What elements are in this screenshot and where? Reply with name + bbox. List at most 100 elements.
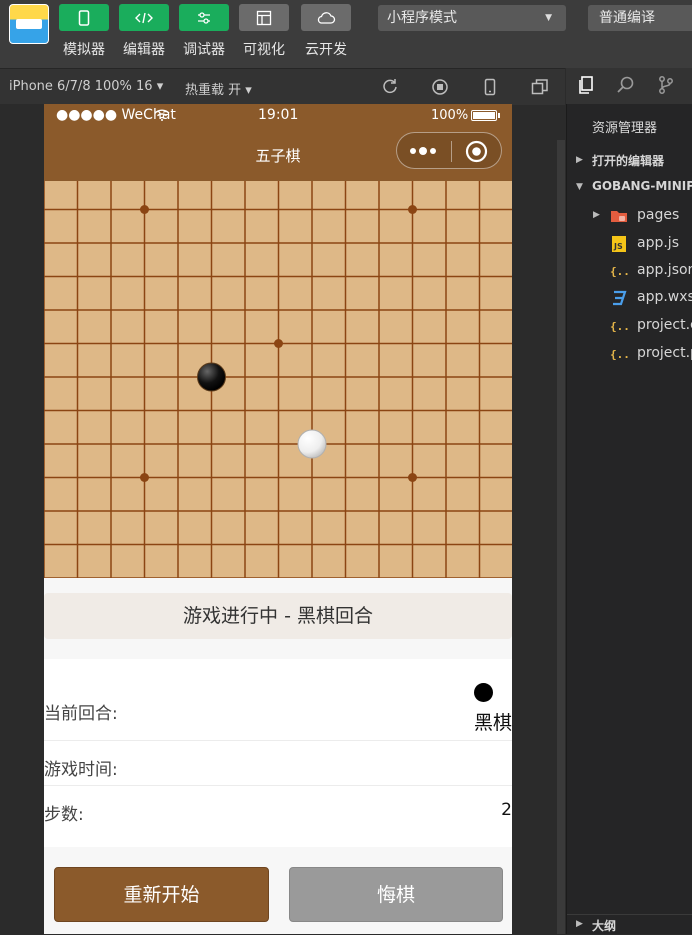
folder-icon [611,211,627,222]
debugger-label: 调试器 [183,42,225,58]
compile-select-value: 普通编译 [599,10,655,26]
capsule-divider [451,141,452,162]
black-stone [197,362,226,392]
preview-phone-icon[interactable] [481,78,499,96]
editor-label: 编辑器 [123,42,165,58]
nav-bar: 五子棋 [44,129,512,181]
svg-text:{..}: {..} [610,348,628,361]
battery-icon [471,110,497,121]
file-item-pages[interactable]: ▶ pages [567,203,692,229]
json-file-icon: {..} [610,348,628,361]
project-label: GOBANG-MINIPROGRAM [592,179,692,193]
editor-button[interactable] [119,4,169,31]
js-file-icon: JS [612,236,626,252]
menu-capsule [396,132,502,169]
file-item-app-js[interactable]: JS app.js [567,231,692,257]
close-miniprogram-icon[interactable] [465,140,488,163]
source-control-icon[interactable] [656,75,676,95]
file-name: project.config.json [637,317,692,333]
phone-icon [78,9,90,26]
code-icon [135,12,153,23]
svg-text:JS: JS [613,242,623,251]
layout-icon [256,10,272,25]
mode-select[interactable]: 小程序模式 ▼ [378,5,566,31]
file-item-project-config[interactable]: {..} project.config.json [567,313,692,339]
file-item-app-wxss[interactable]: app.wxss [567,285,692,311]
move-count-row: 步数: 2 [44,786,512,830]
stop-icon[interactable] [431,78,449,96]
white-stone [297,429,327,459]
hot-reload-toggle[interactable]: 热重载 开 ▾ [185,79,252,98]
current-turn-row: 当前回合: 黑棋 [44,659,512,740]
cloud-icon [317,11,336,24]
battery-tip [498,113,500,118]
explorer-panel: 资源管理器 ▶ 打开的编辑器 ▼ GOBANG-MINIPROGRAM ▶ pa… [566,104,692,934]
battery-percent: 100% [431,108,469,123]
status-bar: ●●●●● WeChat 19:01 100% [44,104,512,129]
cloud-label: 云开发 [305,42,347,58]
visual-button[interactable] [239,4,289,31]
top-toolbar: 模拟器 编辑器 调试器 可视化 云开发 小程序模式 ▼ 普通编译 [0,0,692,68]
svg-text:{..}: {..} [610,320,628,333]
css-file-icon [613,290,627,306]
file-item-project-private-config[interactable]: {..} project.private.config.json [567,341,692,367]
open-editors-label: 打开的编辑器 [592,154,665,168]
files-icon[interactable] [576,75,596,95]
outline-label: 大纲 [592,919,617,933]
editor-scrollbar[interactable] [557,140,565,934]
game-time-row: 游戏时间: [44,741,512,785]
star-point [140,473,149,482]
json-file-icon: {..} [610,320,628,333]
phone-simulator: ●●●●● WeChat 19:01 100% 五子棋 游戏进行中 - 黑棋回合… [44,104,512,934]
game-time-label: 游戏时间: [44,760,118,780]
search-icon[interactable] [616,75,636,95]
restart-button[interactable]: 重新开始 [54,867,269,922]
gobang-board[interactable] [44,181,512,578]
black-stone-indicator [474,683,493,702]
more-icon[interactable] [409,144,439,158]
project-section[interactable]: ▼ GOBANG-MINIPROGRAM [567,175,692,201]
sliders-icon [198,11,210,24]
detach-window-icon[interactable] [531,78,549,96]
open-editors-section[interactable]: ▶ 打开的编辑器 [567,148,692,174]
explorer-title: 资源管理器 [592,121,658,136]
file-item-app-json[interactable]: {..} app.json [567,258,692,284]
star-point [408,473,417,482]
undo-button[interactable]: 悔棋 [289,867,503,922]
mode-select-value: 小程序模式 [387,10,457,26]
file-name: app.js [637,235,679,251]
svg-text:{..}: {..} [610,265,628,278]
visual-label: 可视化 [243,42,285,58]
simulator-button[interactable] [59,4,109,31]
game-info-card: 当前回合: 黑棋 游戏时间: 步数: 2 [44,659,512,847]
activity-bar [566,68,692,104]
simulator-toolbar: iPhone 6/7/8 100% 16 ▾ 热重载 开 ▾ [0,68,565,105]
device-select[interactable]: iPhone 6/7/8 100% 16 ▾ [9,79,163,94]
move-count-value: 2 [501,800,512,820]
chevron-right-icon: ▶ [576,155,583,165]
chevron-right-icon: ▶ [593,210,600,220]
cloud-button[interactable] [301,4,351,31]
chevron-down-icon: ▼ [576,182,583,192]
refresh-icon[interactable] [381,78,399,96]
status-time: 19:01 [258,107,299,123]
file-name: app.json [637,262,692,278]
chevron-right-icon: ▶ [576,919,583,929]
compile-select[interactable]: 普通编译 [588,5,692,31]
debugger-button[interactable] [179,4,229,31]
simulator-label: 模拟器 [63,42,105,58]
game-status: 游戏进行中 - 黑棋回合 [44,593,512,639]
current-turn-label: 当前回合: [44,704,118,724]
current-turn-value: 黑棋 [473,712,512,734]
file-name: pages [637,207,680,223]
file-name: project.private.config.json [637,345,692,361]
move-count-label: 步数: [44,805,84,825]
json-file-icon: {..} [610,265,628,278]
file-name: app.wxss [637,289,692,305]
star-point [408,205,417,214]
app-logo [9,4,49,44]
simulator-gutter [0,104,44,934]
star-point [274,339,283,348]
star-point [140,205,149,214]
outline-section[interactable]: ▶ 大纲 [567,914,692,935]
